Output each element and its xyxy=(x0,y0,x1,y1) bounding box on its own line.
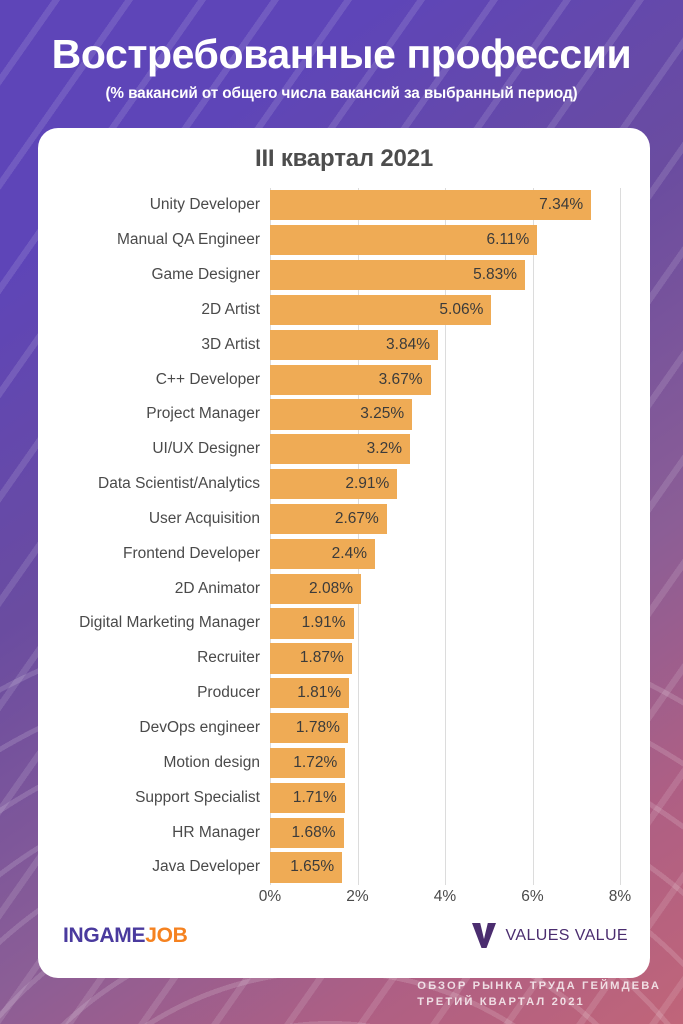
bar-category-label: DevOps engineer xyxy=(139,719,260,737)
caption-line-2: ТРЕТИЙ КВАРТАЛ 2021 xyxy=(417,995,585,1008)
gridline xyxy=(620,188,621,885)
bar-value-label: 1.65% xyxy=(290,858,335,876)
chart-card: III квартал 2021 Unity Developer 7.34% Man… xyxy=(38,128,650,978)
bar-value-label: 1.78% xyxy=(295,719,340,737)
bar-category-label: 2D Animator xyxy=(174,579,260,597)
bar-value-label: 1.68% xyxy=(291,823,336,841)
bar-category-label: User Acquisition xyxy=(148,509,260,527)
infographic-poster: Востребованные профессии (% вакансий от … xyxy=(0,0,683,1024)
bar-value-label: 1.91% xyxy=(301,614,346,632)
bar-row: 3D Artist 3.84% xyxy=(201,327,620,362)
bar-category-label: C++ Developer xyxy=(155,370,260,388)
card-footer: INGAMEJOB VALUES VALUE xyxy=(38,906,650,978)
chart-title: III квартал 2021 xyxy=(254,145,434,172)
bar-category-label: Recruiter xyxy=(197,649,260,667)
bar-row: Support Specialist 1.71% xyxy=(135,780,620,815)
page-subtitle: (% вакансий от общего числа вакансий за … xyxy=(105,84,578,102)
bar-row: Java Developer 1.65% xyxy=(152,850,620,885)
bar-value-label: 3.2% xyxy=(366,440,402,458)
plot-area: Unity Developer 7.34% Manual QA Engineer 6.… xyxy=(79,188,631,905)
bar-category-label: 2D Artist xyxy=(201,300,260,318)
bar-rows: Unity Developer 7.34% Manual QA Engineer 6.… xyxy=(79,188,620,885)
bar-chart: Unity Developer 7.34% Manual QA Engineer 6.… xyxy=(38,188,650,905)
bar-category-label: Unity Developer xyxy=(149,196,260,214)
bar-row: Recruiter 1.87% xyxy=(197,641,620,676)
bar-value-label: 2.67% xyxy=(334,509,379,527)
bar-value-label: 3.25% xyxy=(360,405,405,423)
bar-row: 2D Artist 5.06% xyxy=(201,293,620,328)
ingamejob-logo[interactable]: INGAMEJOB xyxy=(63,924,188,948)
bar-value-label: 1.72% xyxy=(293,753,338,771)
bar-category-label: Producer xyxy=(197,684,260,702)
poster-caption: ОБЗОР РЫНКА ТРУДА ГЕЙМДЕВА ТРЕТИЙ КВАРТА… xyxy=(417,978,661,1010)
bar-value-label: 2.4% xyxy=(331,544,367,562)
bar-row: DevOps engineer 1.78% xyxy=(139,711,620,746)
bar-category-label: Support Specialist xyxy=(135,788,260,806)
bar-category-label: Game Designer xyxy=(151,265,260,283)
bar-category-label: Project Manager xyxy=(146,405,260,423)
bar-value-label: 7.34% xyxy=(539,196,584,214)
x-axis-tick: 4% xyxy=(433,888,457,905)
bar-category-label: Digital Marketing Manager xyxy=(79,614,260,632)
bar-value-label: 1.71% xyxy=(292,788,337,806)
bar-row: Project Manager 3.25% xyxy=(146,397,620,432)
page-title: Востребованные профессии xyxy=(51,31,632,77)
bar-row: Producer 1.81% xyxy=(197,676,620,711)
poster-header: Востребованные профессии (% вакансий от … xyxy=(0,0,683,103)
bar-value-label: 1.87% xyxy=(299,649,344,667)
bar-value-label: 6.11% xyxy=(486,231,530,249)
bar-row: Manual QA Engineer 6.11% xyxy=(117,223,620,258)
bar-category-label: HR Manager xyxy=(172,823,260,841)
bar-row: 2D Animator 2.08% xyxy=(175,571,620,606)
bar-row: C++ Developer 3.67% xyxy=(156,362,620,397)
bar-value-label: 5.83% xyxy=(473,265,518,283)
bar-row: Motion design 1.72% xyxy=(163,746,620,781)
bar-category-label: UI/UX Designer xyxy=(152,440,260,458)
bar-row: Data Scientist/Analytics 2.91% xyxy=(98,467,620,502)
bar-value-label: 3.84% xyxy=(386,335,430,353)
chevron-v-logo-icon xyxy=(471,922,497,949)
ingamejob-logo-part1: INGAME xyxy=(63,924,146,947)
bar-row: User Acquisition 2.67% xyxy=(149,502,620,537)
bar-value-label: 2.91% xyxy=(345,475,390,493)
bar-value-label: 2.08% xyxy=(309,579,353,597)
valuesvalue-label: VALUES VALUE xyxy=(505,926,628,944)
bar-row: Frontend Developer 2.4% xyxy=(123,537,620,572)
bar-row: Digital Marketing Manager 1.91% xyxy=(79,606,620,641)
bar-value-label: 1.81% xyxy=(297,684,342,702)
bar-row: UI/UX Designer 3.2% xyxy=(152,432,620,467)
bar-row: Unity Developer 7.34% xyxy=(150,188,620,223)
caption-line-1: ОБЗОР РЫНКА ТРУДА ГЕЙМДЕВА xyxy=(417,979,661,992)
bar-row: HR Manager 1.68% xyxy=(172,815,620,850)
bar-value-label: 5.06% xyxy=(439,300,484,318)
bar-category-label: Java Developer xyxy=(152,858,260,876)
x-axis-tick: 0% xyxy=(258,888,282,905)
valuesvalue-logo[interactable]: VALUES VALUE xyxy=(471,922,628,949)
bar-value-label: 3.67% xyxy=(378,370,423,388)
bar-category-label: Manual QA Engineer xyxy=(116,231,260,249)
x-axis-tick: 8% xyxy=(608,888,632,905)
bar-row: Game Designer 5.83% xyxy=(151,258,620,293)
bar-category-label: Motion design xyxy=(163,753,260,771)
bar-category-label: 3D Artist xyxy=(201,335,260,353)
ingamejob-logo-part2: JOB xyxy=(145,924,188,947)
x-axis-tick: 6% xyxy=(521,888,544,905)
bar-category-label: Frontend Developer xyxy=(123,544,260,562)
bar-category-label: Data Scientist/Analytics xyxy=(98,475,260,493)
x-axis-tick: 2% xyxy=(346,888,369,905)
